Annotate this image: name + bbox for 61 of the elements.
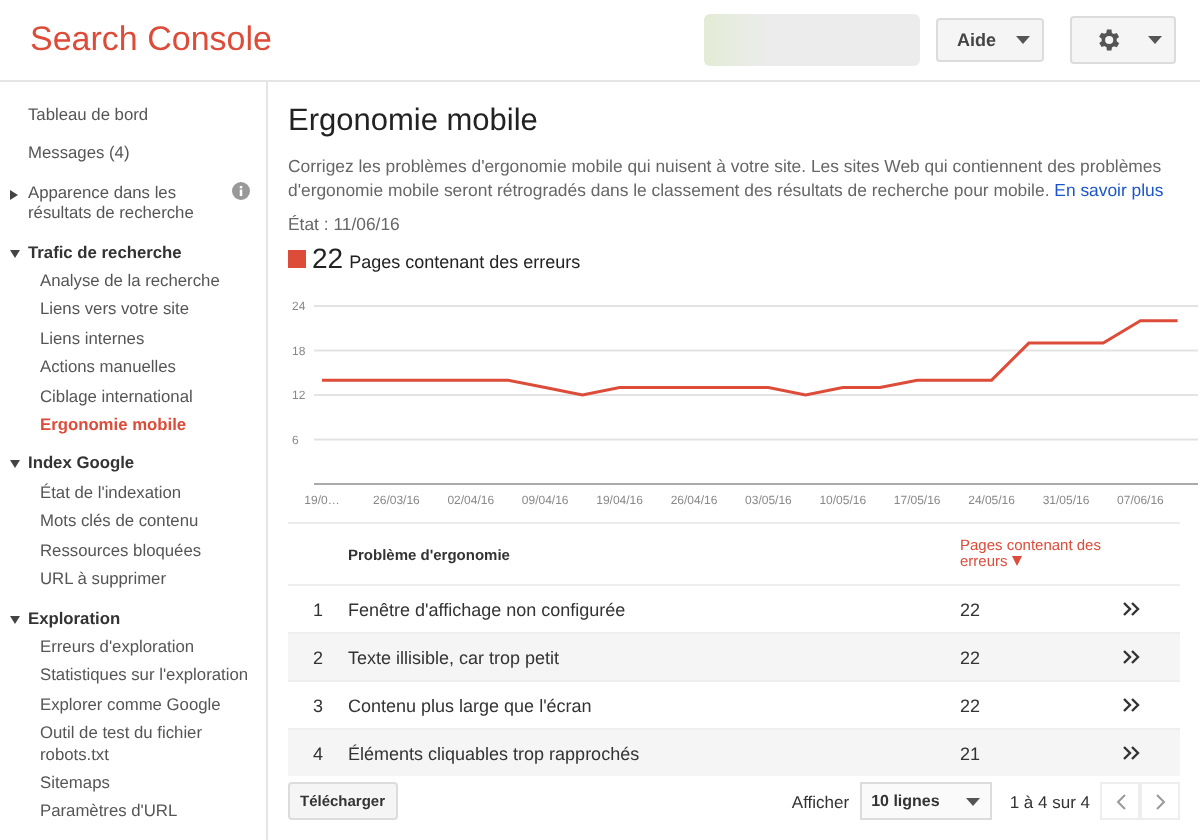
pages-count-cell-text: 22 [960, 647, 983, 667]
sidebar-item[interactable]: Index Google [28, 452, 135, 474]
issue-cell-text: Contenu plus large que l'écran [348, 695, 594, 715]
caret-icon [1148, 36, 1162, 44]
double-chevron-icon [1121, 650, 1139, 664]
sidebar-item[interactable]: Paramètres d'URL [40, 800, 178, 822]
settings-button[interactable] [1070, 16, 1176, 64]
help-button[interactable]: Aide [936, 18, 1044, 62]
pages-count-cell-text: 21 [960, 743, 983, 763]
pages-count-cell-text: 22 [960, 695, 983, 715]
double-chevron-icon [1121, 602, 1139, 616]
chevron-left-icon [1115, 793, 1125, 809]
sidebar-item[interactable]: Ressources bloquées [40, 539, 202, 561]
sidebar-item[interactable]: Exploration [28, 607, 121, 628]
product-title: Search Console [30, 20, 274, 60]
sidebar-item[interactable]: Tableau de bord [28, 104, 149, 125]
sidebar-item[interactable]: Mots clés de contenu [40, 510, 199, 532]
page-title: Ergonomie mobile [288, 104, 540, 140]
sidebar-item[interactable]: Ciblage international [40, 385, 193, 407]
caret-icon [1016, 36, 1030, 44]
sidebar-item[interactable]: Sitemaps [40, 771, 110, 793]
issue-cell-text: Fenêtre d'affichage non configurée [348, 599, 628, 619]
expanded-triangle-icon[interactable] [10, 460, 20, 469]
legend-label: Pages contenant des erreurs [349, 252, 581, 272]
status-date: État : 11/06/16 [288, 214, 402, 234]
row-number: 4 [310, 743, 325, 763]
sidebar-item[interactable]: URL à supprimer [40, 568, 166, 589]
sidebar-item[interactable]: Analyse de la recherche [40, 270, 220, 291]
sidebar-item[interactable]: Actions manuelles [40, 356, 176, 378]
chevron-right-icon [1155, 793, 1165, 809]
sidebar-item[interactable]: Erreurs d'exploration [40, 635, 195, 657]
sidebar-item[interactable]: Messages (4) [28, 142, 130, 164]
expanded-triangle-icon[interactable] [10, 615, 20, 623]
row-number: 1 [310, 599, 325, 619]
double-chevron-icon [1121, 746, 1139, 760]
rows-per-page-select[interactable]: 10 lignes [859, 782, 992, 820]
sidebar-item[interactable]: Apparence dans les résultats de recherche [28, 181, 222, 224]
sidebar-item[interactable]: Trafic de recherche [28, 241, 182, 263]
collapsed-triangle-icon[interactable] [10, 189, 18, 200]
error-count: 22 [312, 242, 344, 274]
double-chevron-icon [1121, 698, 1139, 712]
issue-cell-text: Texte illisible, car trop petit [348, 647, 562, 667]
sidebar-item[interactable]: Statistiques sur l'exploration [40, 664, 249, 686]
sidebar-item[interactable]: Outil de test du fichier robots.txt [40, 722, 258, 764]
row-number: 2 [310, 647, 325, 667]
sidebar-item[interactable]: Liens vers votre site [40, 298, 189, 320]
pages-count-cell-text: 22 [960, 599, 983, 619]
sidebar-item[interactable]: Liens internes [40, 327, 145, 349]
row-number: 3 [310, 695, 325, 715]
caret-icon [965, 797, 980, 805]
settings-icon [1094, 26, 1122, 54]
sort-arrow-icon [1011, 556, 1022, 566]
sidebar-item[interactable]: Ergonomie mobile [40, 414, 187, 435]
description-text: Corrigez les problèmes d'ergonomie mobile qui nuisent à votre site. Les sites Web qui contiennent des problèmes d'ergonomie mobile seront rétrogradés dans le classement des résultats de recherche pour mobile. En savoir plus [288, 154, 1166, 202]
rows-label: Afficher [791, 791, 850, 811]
learn-more-link[interactable]: En savoir plus [1054, 180, 1164, 200]
expanded-triangle-icon[interactable] [10, 249, 20, 258]
sidebar-item[interactable]: État de l'indexation [40, 481, 182, 503]
sidebar-item[interactable]: Explorer comme Google [40, 693, 221, 715]
page-range: 1 à 4 sur 4 [1009, 791, 1090, 811]
issue-cell-text: Éléments cliquables trop rapprochés [348, 743, 642, 763]
